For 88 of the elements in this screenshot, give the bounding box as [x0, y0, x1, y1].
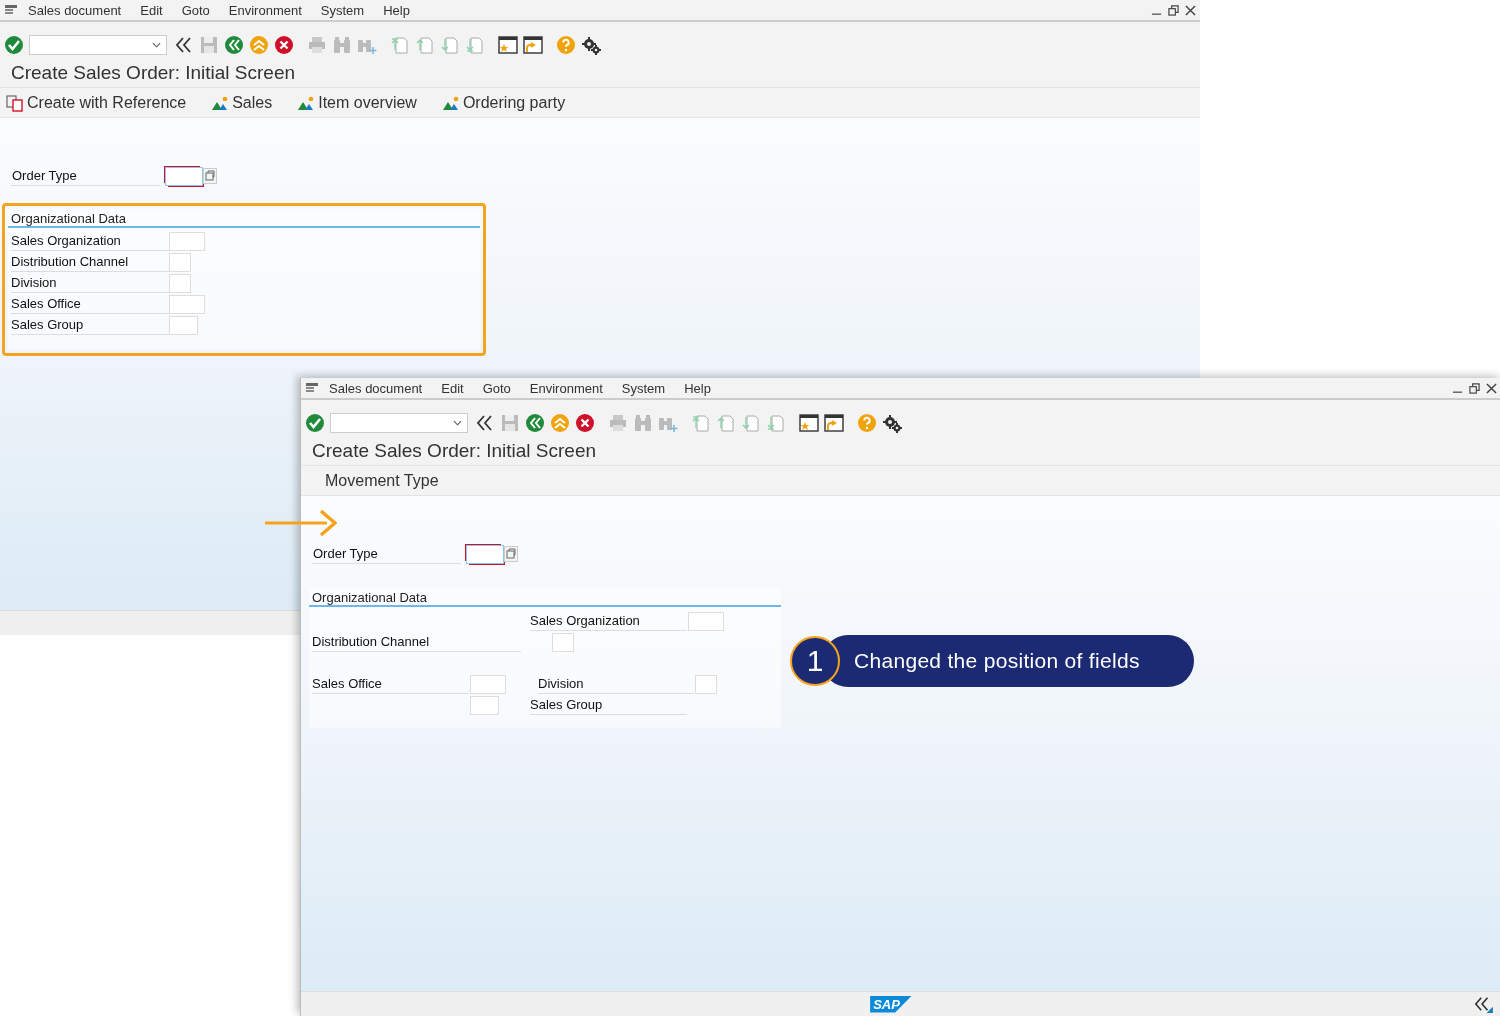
menu-icon[interactable] — [4, 4, 18, 16]
screen-title: Create Sales Order: Initial Screen — [312, 440, 597, 462]
page-icon[interactable] — [716, 413, 736, 433]
menu-item[interactable]: Edit — [140, 2, 163, 18]
menu-item[interactable]: Environment — [529, 380, 603, 396]
toolbar-button[interactable]: Ordering party — [441, 93, 566, 112]
field-label: Order Type — [312, 544, 461, 564]
field-label: Distribution Channel — [312, 633, 521, 652]
page-icon[interactable] — [415, 35, 435, 55]
copy-icon — [6, 93, 24, 112]
menu-item[interactable]: System — [320, 2, 365, 18]
input-field[interactable] — [169, 274, 191, 293]
group-title: Organizational Data — [312, 590, 427, 605]
input-field[interactable] — [169, 295, 205, 314]
check-icon[interactable] — [4, 35, 24, 55]
field-label: Division — [538, 675, 694, 694]
field-label: Order Type — [11, 166, 160, 186]
toolbar-button[interactable]: Movement Type — [325, 471, 439, 490]
input-field[interactable] — [470, 696, 499, 715]
double-chevron-icon[interactable] — [1473, 995, 1493, 1013]
menu-item[interactable]: System — [621, 380, 666, 396]
field-label: Sales Organization — [530, 612, 687, 631]
toolbar-button[interactable]: Sales — [211, 93, 273, 112]
input-field[interactable] — [552, 633, 574, 652]
field-label: Sales Office — [312, 675, 468, 694]
window-icon[interactable] — [523, 35, 543, 55]
input-field[interactable] — [688, 612, 724, 631]
save-icon[interactable] — [199, 35, 219, 55]
restore-icon[interactable] — [1469, 382, 1480, 394]
page-icon[interactable] — [465, 35, 485, 55]
logo: SAP — [870, 995, 912, 1013]
value-help-icon[interactable] — [203, 168, 217, 184]
check-icon[interactable] — [305, 413, 325, 433]
toolbar-button[interactable]: Item overview — [297, 93, 417, 112]
field-label: Sales Group — [530, 696, 687, 715]
help-icon[interactable] — [857, 413, 877, 433]
settings-icon[interactable] — [882, 413, 902, 433]
menu-item[interactable]: Help — [684, 380, 711, 396]
input-field[interactable] — [169, 253, 191, 272]
new-window-icon[interactable] — [799, 413, 819, 433]
binoculars-icon[interactable] — [332, 35, 352, 55]
input-field[interactable] — [165, 166, 203, 186]
input-field[interactable] — [169, 316, 198, 335]
page-icon[interactable] — [766, 413, 786, 433]
command-field[interactable] — [29, 35, 167, 55]
menu-item[interactable]: Help — [383, 2, 410, 18]
menu-icon[interactable] — [305, 382, 319, 394]
back-icon[interactable] — [224, 35, 244, 55]
input-field[interactable] — [470, 675, 506, 694]
menu-item[interactable]: Goto — [482, 380, 511, 396]
caret-icon — [453, 420, 462, 426]
back-icon[interactable] — [525, 413, 545, 433]
save-icon[interactable] — [500, 413, 520, 433]
double-chevron-icon[interactable] — [174, 35, 194, 55]
settings-icon[interactable] — [581, 35, 601, 55]
menu-item[interactable]: Edit — [441, 380, 464, 396]
screen-title: Create Sales Order: Initial Screen — [11, 62, 296, 84]
caret-icon — [152, 42, 161, 48]
binoculars-icon[interactable] — [633, 413, 653, 433]
help-icon[interactable] — [556, 35, 576, 55]
restore-icon[interactable] — [1168, 4, 1179, 16]
input-field[interactable] — [466, 544, 504, 564]
group-title: Organizational Data — [11, 211, 126, 226]
double-chevron-icon[interactable] — [475, 413, 495, 433]
print-icon[interactable] — [608, 413, 628, 433]
menu-item[interactable]: Sales document — [329, 380, 423, 396]
page-icon[interactable] — [691, 413, 711, 433]
menu-item[interactable]: Sales document — [28, 2, 122, 18]
command-field[interactable] — [330, 413, 468, 433]
annotation-arrow — [265, 508, 337, 538]
input-field[interactable] — [695, 675, 717, 694]
page-icon[interactable] — [440, 35, 460, 55]
toolbar-button[interactable]: Create with Reference — [6, 93, 187, 112]
exit-icon[interactable] — [550, 413, 570, 433]
menu-item[interactable]: Goto — [181, 2, 210, 18]
menu-item[interactable]: Environment — [228, 2, 302, 18]
close-icon[interactable] — [1185, 4, 1196, 16]
value-help-icon[interactable] — [504, 546, 518, 562]
print-icon[interactable] — [307, 35, 327, 55]
new-window-icon[interactable] — [498, 35, 518, 55]
page-icon[interactable] — [741, 413, 761, 433]
exit-icon[interactable] — [249, 35, 269, 55]
close-icon[interactable] — [1486, 382, 1497, 394]
page-icon[interactable] — [390, 35, 410, 55]
input-field[interactable] — [169, 232, 205, 251]
cancel-icon[interactable] — [274, 35, 294, 55]
window-icon[interactable] — [824, 413, 844, 433]
cancel-icon[interactable] — [575, 413, 595, 433]
